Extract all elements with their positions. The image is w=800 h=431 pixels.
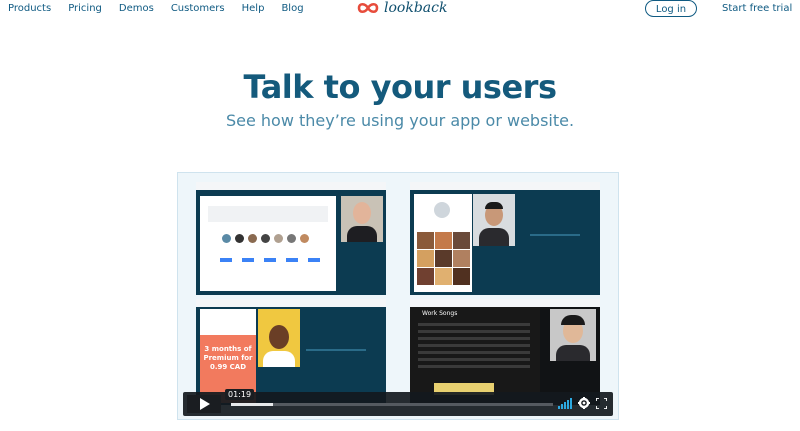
progress-fill [231,403,273,406]
browser-bar [410,182,600,190]
screen-recording-1 [196,182,386,295]
nav-link-help[interactable]: Help [242,3,265,14]
settings-gear-icon[interactable] [578,397,590,409]
browser-bar [196,182,386,190]
browser-bar [410,299,600,307]
nav-link-demos[interactable]: Demos [119,3,154,14]
time-display: 01:19 [225,389,255,400]
nav-link-products[interactable]: Products [8,3,51,14]
photo-grid [417,232,470,285]
nav-link-blog[interactable]: Blog [281,3,303,14]
mobile-screen [414,194,472,292]
promo-text: 3 months of Premium for 0.99 CAD [203,345,253,371]
infinity-logo-icon [357,2,379,14]
video-controls: 01:19 [183,389,613,416]
webcam-feed [550,309,596,361]
volume-icon[interactable] [558,397,572,409]
screen-recording-2 [410,182,600,295]
page-subtitle: See how they’re using your app or websit… [225,111,575,130]
browser-bar [196,299,386,307]
playlist-title: Work Songs [422,310,458,317]
login-button[interactable]: Log in [645,0,697,17]
logo-wordmark: lookback [384,0,448,16]
nav-links: Products Pricing Demos Customers Help Bl… [8,3,304,14]
nav-link-pricing[interactable]: Pricing [68,3,102,14]
music-app-screen: Work Songs [410,307,540,405]
fullscreen-icon[interactable] [596,397,607,409]
play-icon [199,398,210,410]
story-avatars [222,234,309,243]
brand-logo[interactable]: lookback [357,0,447,16]
buttons-row [220,258,320,262]
nav-link-customers[interactable]: Customers [171,3,225,14]
website-screen [200,196,336,291]
progress-track[interactable] [231,403,553,406]
play-button[interactable] [187,395,221,413]
start-free-trial-link[interactable]: Start free trial [722,3,792,14]
webcam-feed [341,196,383,242]
demo-video[interactable]: 3 months of Premium for 0.99 CAD Work So… [177,172,619,420]
webcam-feed [258,309,300,367]
top-nav: Products Pricing Demos Customers Help Bl… [0,0,800,20]
screen-recording-4: Work Songs [410,299,600,405]
webcam-feed [473,194,515,246]
page-title: Talk to your users [243,68,557,106]
